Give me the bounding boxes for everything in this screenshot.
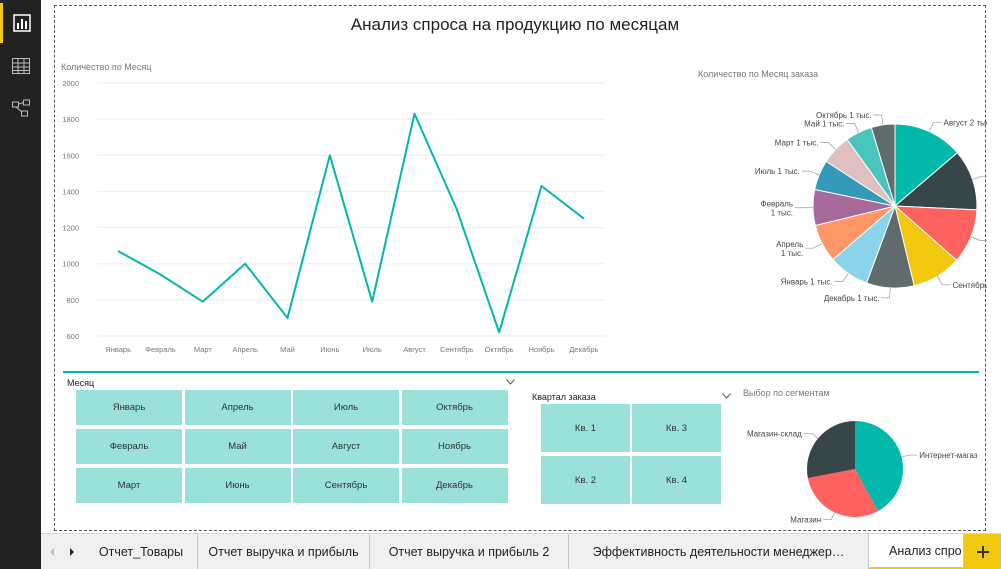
relationships-view-icon <box>11 99 30 117</box>
y-tick-label: 800 <box>66 296 79 305</box>
x-tick-label: Декабрь <box>569 345 598 354</box>
leader-line <box>937 276 951 286</box>
month-slicer-tile[interactable]: Октябрь <box>401 390 508 425</box>
tab-scroll-left-button[interactable] <box>41 534 63 569</box>
leader-line <box>881 287 891 299</box>
month-pie-chart[interactable]: Август 2 тыс.Июнь 2 тыс.Ноябрь1 тыс.Сент… <box>675 86 987 326</box>
month-slicer-tile[interactable]: Февраль <box>76 429 182 464</box>
y-tick-label: 1600 <box>62 151 79 160</box>
y-tick-label: 1400 <box>62 187 79 196</box>
quarter-slicer-tile[interactable]: Кв. 4 <box>632 456 721 504</box>
y-tick-label: 600 <box>66 332 79 341</box>
leader-line <box>803 432 819 439</box>
leader-line <box>823 512 835 521</box>
month-slicer-tile[interactable]: Сентябрь <box>293 468 399 503</box>
x-tick-label: Июль <box>363 345 382 354</box>
month-slicer-tile[interactable]: Декабрь <box>401 468 508 503</box>
line-chart-title: Количество по Месяц <box>61 62 152 72</box>
segment-slice[interactable] <box>807 421 855 478</box>
leader-line <box>805 243 823 249</box>
report-view-icon <box>13 14 31 32</box>
pie-data-label: Февраль 1 тыс. <box>761 200 794 218</box>
quarter-slicer-tile[interactable]: Кв. 3 <box>632 404 721 452</box>
x-tick-label: Февраль <box>145 345 176 354</box>
segment-data-label: Магазин-склад <box>747 429 802 438</box>
page-tab[interactable]: Отчет выручка и прибыль 2 <box>370 534 569 569</box>
month-slicer-chevron-icon[interactable] <box>506 379 515 385</box>
page-tab[interactable]: Анализ спро <box>869 534 964 569</box>
x-tick-label: Ноябрь <box>528 345 554 354</box>
x-tick-label: Сентябрь <box>440 345 474 354</box>
month-slicer-tile[interactable]: Ноябрь <box>401 429 508 464</box>
pie-data-label: Апрель 1 тыс. <box>776 240 803 258</box>
plus-icon <box>976 546 989 558</box>
y-tick-label: 1000 <box>62 260 79 269</box>
x-tick-label: Июнь <box>320 345 339 354</box>
leader-line <box>928 122 942 132</box>
report-canvas: Анализ спроса на продукцию по месяцам Ко… <box>54 5 987 531</box>
leader-line <box>970 236 987 241</box>
page-tab[interactable]: Эффективность деятельности менеджер… <box>569 534 869 569</box>
pie-data-label: Сентябрь 1 тыс. <box>952 281 987 290</box>
pie-data-label: Октябрь 1 тыс. <box>816 111 872 120</box>
x-tick-label: Апрель <box>232 345 258 354</box>
page-tab[interactable]: Отчет выручка и прибыль <box>198 534 370 569</box>
month-slicer-tile[interactable]: Июль <box>293 390 399 425</box>
x-tick-label: Август <box>403 345 426 354</box>
x-tick-label: Январь <box>105 345 131 354</box>
month-slicer-tile[interactable]: Август <box>293 429 399 464</box>
leader-line <box>820 142 836 150</box>
quarter-slicer-tile[interactable]: Кв. 2 <box>541 456 630 504</box>
leader-line <box>873 114 884 125</box>
quarter-slicer-chevron-icon[interactable] <box>722 393 731 399</box>
segment-chart-title: Выбор по сегментам <box>743 388 830 398</box>
section-divider <box>63 371 979 373</box>
quarter-slicer-header: Квартал заказа <box>532 392 596 402</box>
segment-pie-chart[interactable]: Интернет-магаз... Магазин Магазин-склад <box>745 401 977 529</box>
page-tab[interactable]: Отчет_Товары <box>85 534 198 569</box>
caret-left-icon <box>50 548 54 556</box>
leader-line <box>801 170 820 176</box>
quarter-slicer-tile[interactable]: Кв. 1 <box>541 404 630 452</box>
tab-scroll-right-button[interactable] <box>61 534 83 569</box>
pie-data-label: Июль 1 тыс. <box>755 167 800 176</box>
y-tick-label: 1200 <box>62 224 79 233</box>
view-rail <box>0 0 41 569</box>
page-tab-bar: Отчет_Товары Отчет выручка и прибыль Отчет… <box>41 533 1001 569</box>
y-tick-label: 2000 <box>62 79 79 88</box>
month-slicer-header: Месяц <box>67 378 95 388</box>
segment-data-label: Магазин <box>790 516 821 525</box>
y-tick-label: 1800 <box>62 115 79 124</box>
month-slicer-tile[interactable]: Март <box>76 468 182 503</box>
data-view-icon <box>11 58 30 74</box>
line-chart[interactable]: 600 800 1000 1200 1400 1600 1800 2000 Январь Февр… <box>55 72 615 362</box>
page-title: Анализ спроса на продукцию по месяцам <box>350 15 680 34</box>
leader-line <box>846 123 860 133</box>
report-view-button[interactable] <box>0 3 41 43</box>
month-slicer-tile[interactable]: Апрель <box>184 390 291 425</box>
pie-data-label: Декабрь 1 тыс. <box>824 294 880 303</box>
month-slicer-tile[interactable]: Май <box>184 429 291 464</box>
data-view-button[interactable] <box>0 46 41 86</box>
leader-line <box>834 273 849 282</box>
month-slicer-tile[interactable]: Январь <box>76 390 182 425</box>
caret-right-icon <box>70 548 74 556</box>
x-tick-label: Май <box>280 345 295 354</box>
relationships-view-button[interactable] <box>0 88 41 128</box>
x-tick-label: Октябрь <box>485 345 514 354</box>
pie-chart-title: Количество по Месяц заказа <box>698 69 819 79</box>
app-window: Анализ спроса на продукцию по месяцам Ко… <box>0 0 1001 569</box>
month-slicer-tile[interactable]: Июнь <box>184 468 291 503</box>
x-tick-label: Март <box>194 345 213 354</box>
pie-data-label: Август 2 тыс. <box>943 118 987 127</box>
pie-data-label: Январь 1 тыс. <box>781 278 833 287</box>
add-page-button[interactable] <box>964 534 1001 569</box>
leader-line <box>901 454 918 458</box>
segment-data-label: Интернет-магаз... <box>919 451 977 460</box>
leader-line <box>972 175 987 180</box>
pie-data-label: Март 1 тыс. <box>775 138 819 147</box>
pie-data-label: Май 1 тыс. <box>804 119 844 128</box>
